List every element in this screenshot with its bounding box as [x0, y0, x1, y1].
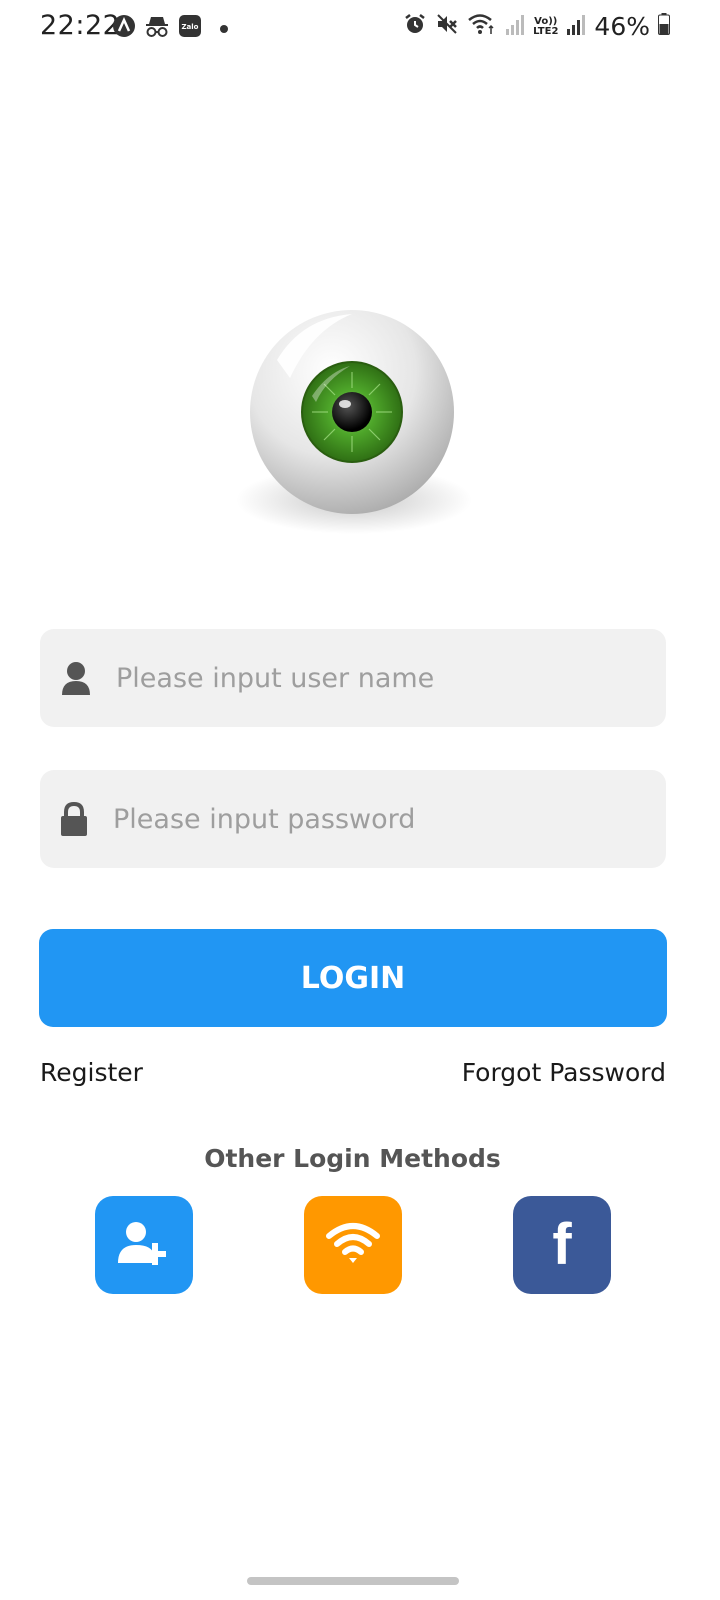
mute-icon — [435, 12, 459, 41]
facebook-login-button[interactable]: f — [513, 1196, 611, 1294]
battery-percent: 46% — [594, 12, 650, 41]
username-input[interactable] — [116, 629, 646, 727]
login-button[interactable]: LOGIN — [39, 929, 667, 1027]
wifi-icon — [325, 1222, 381, 1269]
home-indicator[interactable] — [247, 1577, 459, 1585]
volte-lte2-label: Vo)) LTE2 — [533, 15, 559, 37]
signal-icon — [505, 13, 525, 40]
forgot-password-link[interactable]: Forgot Password — [462, 1058, 666, 1087]
app-a-icon — [112, 14, 136, 43]
notification-dot — [220, 24, 228, 33]
zalo-icon: Zalo — [178, 14, 202, 43]
add-user-icon — [116, 1221, 172, 1270]
status-bar: 22:22 Zalo Vo)) LTE2 46% — [0, 0, 720, 56]
battery-icon — [658, 13, 670, 40]
wifi-login-button[interactable] — [304, 1196, 402, 1294]
lock-icon — [60, 801, 88, 841]
status-time: 22:22 — [40, 10, 121, 41]
facebook-icon: f — [552, 1212, 572, 1277]
incognito-icon — [144, 14, 170, 43]
user-icon — [60, 661, 92, 702]
eye-logo — [232, 300, 478, 540]
zalo-label: Zalo — [181, 23, 198, 31]
other-login-methods-title: Other Login Methods — [204, 1144, 501, 1173]
password-input[interactable] — [113, 770, 643, 868]
register-link[interactable]: Register — [40, 1058, 143, 1087]
username-input-container — [40, 629, 666, 727]
add-user-login-button[interactable] — [95, 1196, 193, 1294]
password-input-container — [40, 770, 666, 868]
signal-icon — [566, 13, 586, 40]
wifi-icon — [467, 12, 497, 41]
alarm-icon — [403, 12, 427, 41]
